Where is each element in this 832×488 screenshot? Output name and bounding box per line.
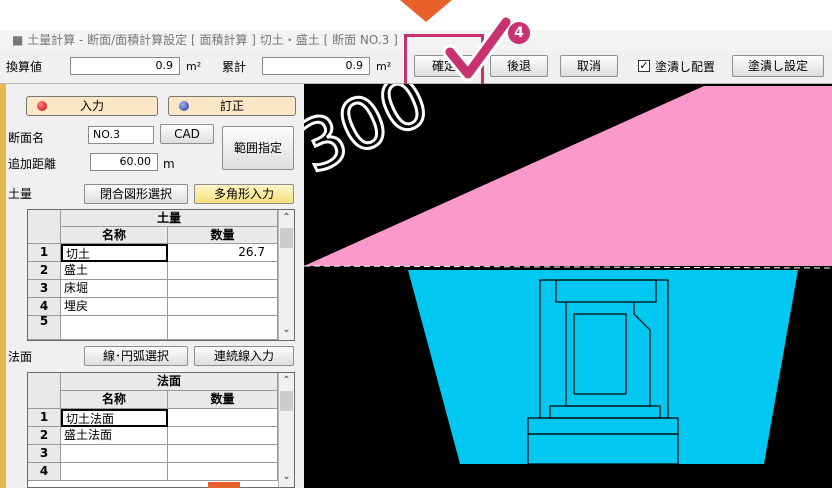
slope-col-qty: 数量 xyxy=(168,391,278,409)
input-mode-label: 入力 xyxy=(79,99,104,113)
input-mode-button[interactable]: 入力 xyxy=(26,96,158,116)
continuous-line-input-button[interactable]: 連続線入力 xyxy=(194,346,294,366)
slope-name-cell[interactable]: 盛土法面 xyxy=(61,427,168,445)
row-number: 5 xyxy=(28,316,61,340)
scroll-down-icon[interactable]: ⌄ xyxy=(279,469,294,485)
soil-name-cell[interactable]: 床堀 xyxy=(61,280,168,298)
cad-canvas[interactable]: 300 xyxy=(304,84,832,488)
cumulative-unit: m² xyxy=(376,60,392,73)
scroll-down-icon[interactable]: ⌄ xyxy=(279,322,294,338)
added-distance-unit: m xyxy=(163,157,175,171)
slope-grid: 法面 名称 数量 1 切土法面 2 盛土法面 3 4 ⌃ ⌄ xyxy=(27,372,295,488)
fill-place-label: 塗潰し配置 xyxy=(655,60,716,74)
soil-grid: 土量 名称 数量 1 切土 26.7 2 盛土 3 床堀 4 埋戻 5 ⌃ ⌄ xyxy=(27,209,295,341)
dimension-text: 300 xyxy=(304,84,441,190)
fill-area xyxy=(408,270,798,464)
soil-name-cell[interactable] xyxy=(61,316,168,340)
correction-mode-button[interactable]: 訂正 xyxy=(168,96,296,116)
row-number: 3 xyxy=(28,445,61,463)
row-number: 1 xyxy=(28,409,61,427)
fill-place-checkbox[interactable]: ✓ xyxy=(638,60,650,72)
slope-label: 法面 xyxy=(8,350,33,364)
soil-group-header: 土量 xyxy=(61,210,278,227)
added-distance-label: 追加距離 xyxy=(8,157,57,171)
cross-section-drawing: 300 xyxy=(304,84,832,465)
row-number: 2 xyxy=(28,427,61,445)
converted-unit: m² xyxy=(186,60,202,73)
slope-name-cell[interactable] xyxy=(61,445,168,463)
closed-shape-select-button[interactable]: 閉合図形選択 xyxy=(84,184,188,204)
scroll-thumb[interactable] xyxy=(280,391,293,411)
soil-qty-cell[interactable] xyxy=(168,298,278,316)
cumulative-field[interactable]: 0.9 xyxy=(262,57,370,75)
scroll-thumb[interactable] xyxy=(280,228,293,248)
added-distance-input[interactable]: 60.00 xyxy=(90,153,158,171)
correction-mode-label: 訂正 xyxy=(219,99,244,113)
scroll-up-icon[interactable]: ⌃ xyxy=(279,210,294,226)
row-number: 1 xyxy=(28,244,61,262)
scroll-up-icon[interactable]: ⌃ xyxy=(279,373,294,389)
section-name-input[interactable]: NO.3 xyxy=(88,126,154,144)
row-number: 4 xyxy=(28,298,61,316)
soil-qty-cell[interactable]: 26.7 xyxy=(168,244,278,262)
slope-qty-cell[interactable] xyxy=(168,445,278,463)
row-number: 2 xyxy=(28,262,61,280)
window-title: ■ 土量計算 - 断面/面積計算設定 [ 面積計算 ] 切土・盛土 [ 断面 N… xyxy=(12,33,398,47)
slope-scrollbar[interactable]: ⌃ ⌄ xyxy=(278,373,294,487)
slope-qty-cell[interactable] xyxy=(168,463,278,481)
soil-name-cell[interactable]: 切土 xyxy=(61,244,168,262)
soil-qty-cell[interactable] xyxy=(168,280,278,298)
soil-name-cell[interactable]: 盛土 xyxy=(61,262,168,280)
bottom-annotation-marker xyxy=(208,482,240,488)
input-dot-icon xyxy=(37,101,47,111)
soil-qty-cell[interactable] xyxy=(168,262,278,280)
ground-line xyxy=(304,265,832,269)
slope-name-cell[interactable]: 切土法面 xyxy=(61,409,168,427)
line-arc-select-button[interactable]: 線･円弧選択 xyxy=(84,346,188,366)
slope-col-name: 名称 xyxy=(61,391,168,409)
section-name-label: 断面名 xyxy=(8,131,45,145)
soil-name-cell[interactable]: 埋戻 xyxy=(61,298,168,316)
soil-qty-cell[interactable] xyxy=(168,316,278,340)
row-number: 3 xyxy=(28,280,61,298)
correction-dot-icon xyxy=(179,101,189,111)
slope-name-cell[interactable] xyxy=(61,463,168,481)
slope-qty-cell[interactable] xyxy=(168,409,278,427)
slope-qty-cell[interactable] xyxy=(168,427,278,445)
row-number: 4 xyxy=(28,463,61,481)
soil-scrollbar[interactable]: ⌃ ⌄ xyxy=(278,210,294,340)
range-select-button[interactable]: 範囲指定 xyxy=(222,126,294,170)
converted-value-field[interactable]: 0.9 xyxy=(70,57,180,75)
cad-button[interactable]: CAD xyxy=(160,124,214,144)
grid-corner xyxy=(28,373,61,409)
cumulative-label: 累計 xyxy=(222,60,247,74)
soil-label: 土量 xyxy=(8,187,33,201)
step-badge: 4 xyxy=(508,22,530,44)
soil-col-qty: 数量 xyxy=(168,227,278,244)
fill-settings-button[interactable]: 塗潰し設定 xyxy=(732,55,824,77)
slope-group-header: 法面 xyxy=(61,373,278,391)
converted-value-label: 換算値 xyxy=(6,60,43,74)
cancel-button[interactable]: 取消 xyxy=(560,55,618,77)
polygon-input-button[interactable]: 多角形入力 xyxy=(194,184,294,204)
soil-col-name: 名称 xyxy=(61,227,168,244)
grid-corner xyxy=(28,210,61,244)
